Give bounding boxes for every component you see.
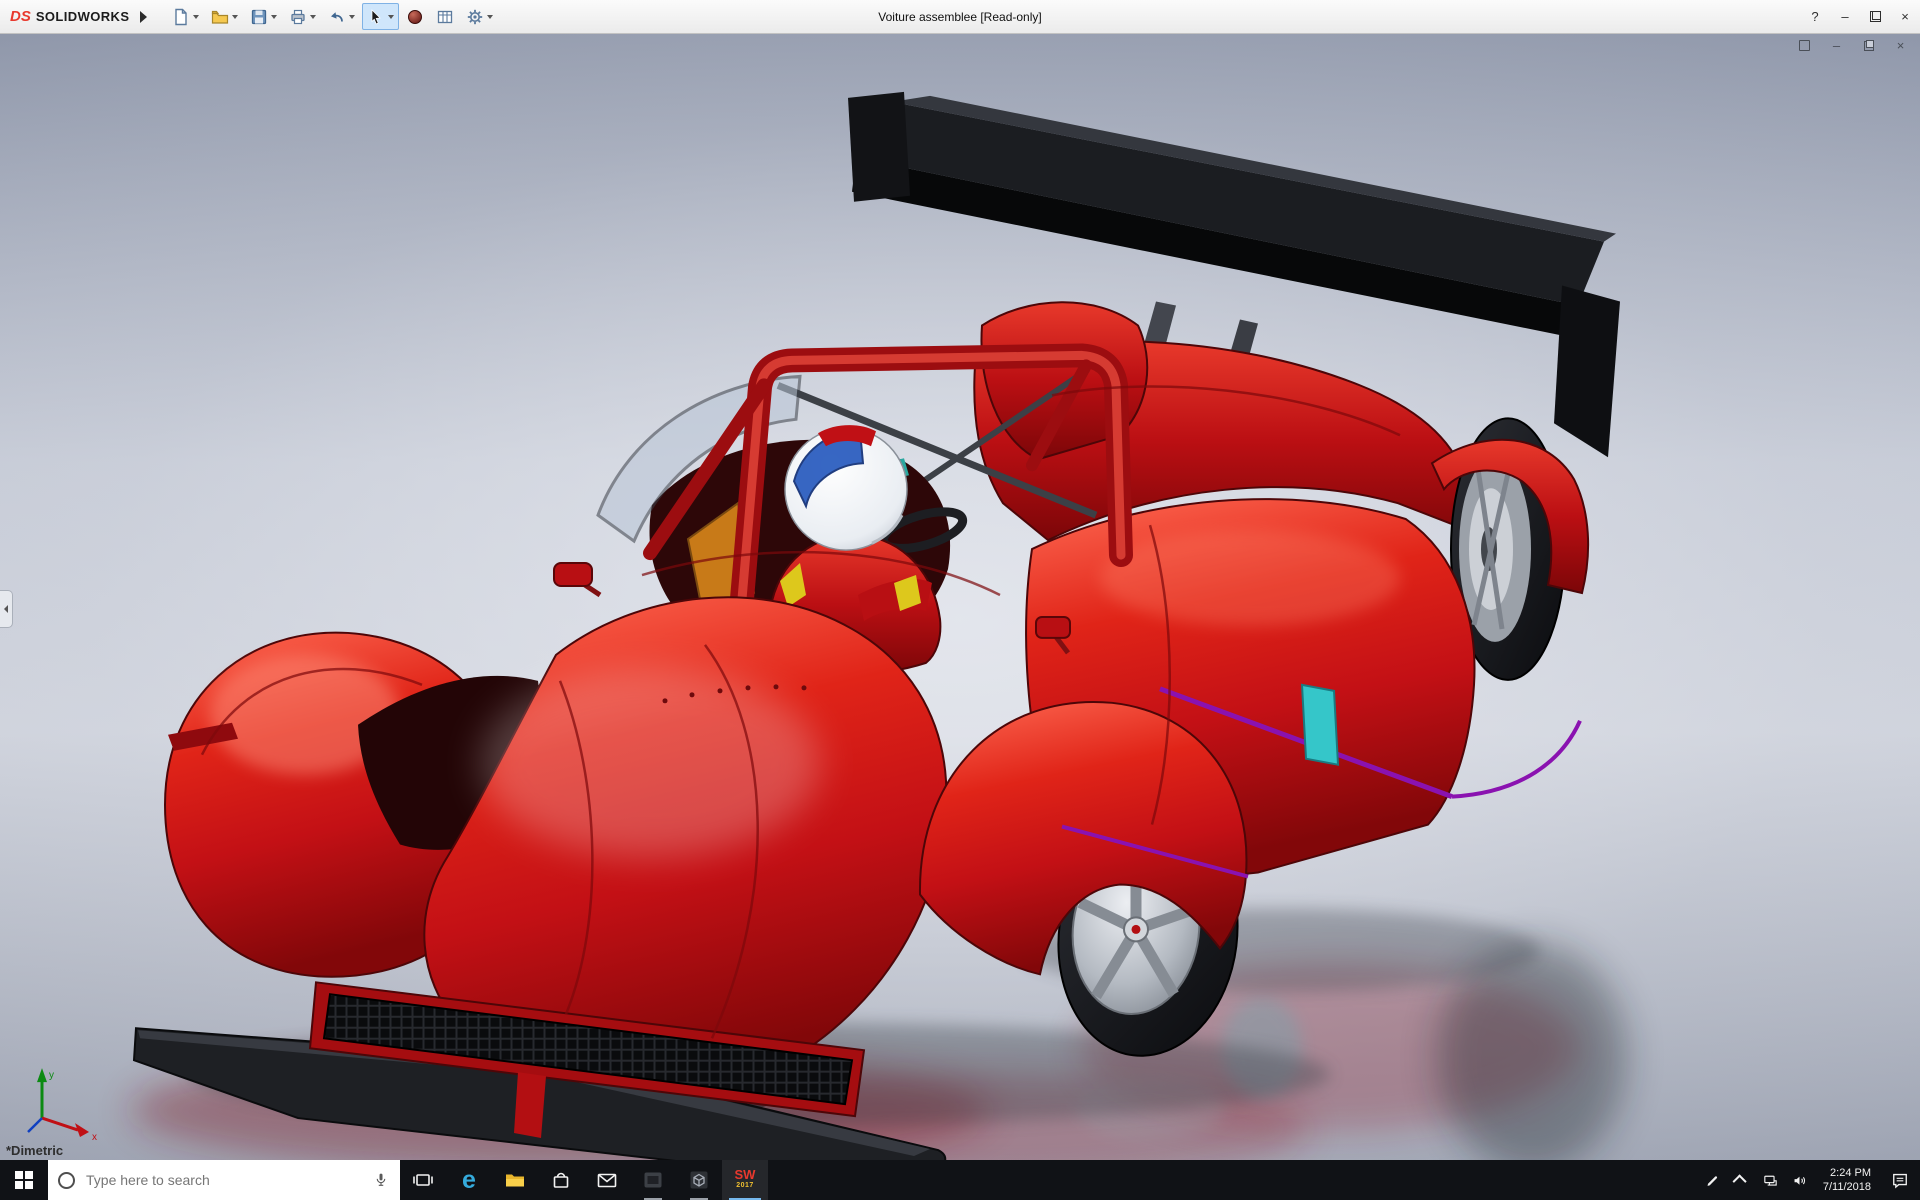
taskbar: e — [0, 1160, 1920, 1200]
edge-icon: e — [462, 1166, 476, 1194]
undo-arrow-icon — [331, 11, 344, 22]
network-icon — [1764, 1175, 1777, 1186]
dropdown-arrow-icon[interactable] — [232, 14, 239, 19]
doc-close-button[interactable]: × — [1893, 38, 1908, 53]
action-center-button[interactable] — [1880, 1160, 1920, 1200]
evaluate-button[interactable] — [431, 3, 459, 30]
microphone-icon[interactable] — [372, 1171, 390, 1189]
quick-access-toolbar — [167, 3, 498, 30]
featuremanager-flyout-tab[interactable] — [0, 590, 13, 628]
x-axis-label: x — [92, 1132, 97, 1143]
chevron-up-icon — [1732, 1174, 1748, 1189]
gear-icon — [468, 9, 483, 24]
action-center-icon — [1893, 1173, 1907, 1189]
new-document-icon — [175, 8, 188, 25]
select-cursor-icon — [372, 8, 382, 24]
speaker-icon — [1794, 1176, 1805, 1185]
table-grid-icon — [438, 10, 453, 23]
save-floppy-icon — [252, 9, 267, 24]
new-button[interactable] — [167, 3, 204, 30]
help-button[interactable]: ? — [1800, 0, 1830, 33]
pen-icon — [1707, 1175, 1717, 1186]
open-button[interactable] — [206, 3, 243, 30]
y-axis-label: y — [49, 1070, 54, 1081]
volume-tray-button[interactable] — [1785, 1160, 1814, 1200]
doc-minimize-button[interactable]: – — [1829, 38, 1844, 53]
3d-model-canvas[interactable]: y x — [0, 34, 1920, 1160]
dropdown-arrow-icon[interactable] — [271, 14, 278, 19]
print-icon — [291, 9, 306, 24]
file-explorer-icon — [506, 1174, 524, 1187]
brand-name: SOLIDWORKS — [35, 9, 130, 24]
dock-window-button[interactable] — [1797, 38, 1812, 53]
mail-icon — [597, 1173, 617, 1188]
dropdown-arrow-icon[interactable] — [349, 14, 356, 19]
ds-logo-icon: DS — [10, 8, 31, 25]
restore-icon — [1869, 10, 1881, 22]
document-window-controls: – × — [1797, 38, 1908, 53]
open-folder-icon — [212, 10, 229, 24]
search-icon — [58, 1171, 75, 1189]
minimize-button[interactable]: – — [1830, 0, 1860, 33]
cube-app-icon — [690, 1171, 708, 1189]
center-pylon — [514, 1072, 546, 1139]
store-icon — [553, 1172, 569, 1188]
appearance-button[interactable] — [401, 3, 429, 30]
tray-expand-button[interactable] — [1727, 1160, 1756, 1200]
clock-time: 2:24 PM — [1830, 1167, 1871, 1179]
maximize-button[interactable] — [1860, 0, 1890, 33]
appearance-sphere-icon — [408, 9, 423, 24]
close-button[interactable]: × — [1890, 0, 1920, 33]
solidworks-logo[interactable]: DS SOLIDWORKS — [0, 0, 153, 33]
doc-restore-button[interactable] — [1861, 38, 1876, 53]
left-mirror — [553, 562, 593, 588]
side-window — [1300, 683, 1340, 766]
mail-button[interactable] — [584, 1160, 630, 1200]
snipping-app-button[interactable] — [630, 1160, 676, 1200]
dropdown-arrow-icon[interactable] — [487, 14, 494, 19]
edrawings-button[interactable] — [676, 1160, 722, 1200]
side-highlight — [1100, 530, 1400, 626]
solidworks-app-icon: SW 2017 — [734, 1167, 756, 1189]
dark-app-icon — [644, 1172, 662, 1188]
system-tray: 2:24 PM 7/11/2018 — [1698, 1160, 1920, 1200]
start-button[interactable] — [0, 1160, 48, 1200]
file-explorer-button[interactable] — [492, 1160, 538, 1200]
options-button[interactable] — [461, 3, 498, 30]
print-button[interactable] — [284, 3, 321, 30]
restore-icon — [1863, 40, 1874, 51]
solidworks-window: DS SOLIDWORKS Voiture assemblee [Read-on… — [0, 0, 1920, 1200]
save-button[interactable] — [245, 3, 282, 30]
dropdown-arrow-icon[interactable] — [193, 14, 200, 19]
right-mirror — [1035, 615, 1071, 639]
pen-tray-button[interactable] — [1698, 1160, 1727, 1200]
task-view-button[interactable] — [400, 1160, 446, 1200]
undo-button[interactable] — [323, 3, 360, 30]
titlebar: DS SOLIDWORKS Voiture assemblee [Read-on… — [0, 0, 1920, 34]
graphics-area[interactable]: y x – × *Dimetric — [0, 34, 1920, 1160]
store-button[interactable] — [538, 1160, 584, 1200]
view-orientation-label: *Dimetric — [6, 1143, 64, 1158]
menu-flyout-arrow-icon[interactable] — [140, 10, 148, 23]
windows-logo-icon — [15, 1171, 33, 1189]
clock-date: 7/11/2018 — [1822, 1181, 1871, 1193]
network-tray-button[interactable] — [1756, 1160, 1785, 1200]
taskbar-search[interactable] — [48, 1160, 400, 1200]
select-button[interactable] — [362, 3, 400, 30]
edge-button[interactable]: e — [446, 1160, 492, 1200]
window-title: Voiture assemblee [Read-only] — [878, 9, 1042, 24]
search-input[interactable] — [84, 1171, 363, 1189]
dropdown-arrow-icon[interactable] — [310, 14, 317, 19]
solidworks-taskbar-button[interactable]: SW 2017 — [722, 1160, 768, 1200]
dock-icon — [1799, 40, 1810, 51]
taskbar-clock[interactable]: 2:24 PM 7/11/2018 — [1814, 1160, 1880, 1200]
window-controls: ? – × — [1800, 0, 1920, 33]
hood-highlight — [480, 667, 820, 858]
task-view-icon — [413, 1174, 433, 1186]
dropdown-arrow-icon[interactable] — [388, 14, 395, 19]
